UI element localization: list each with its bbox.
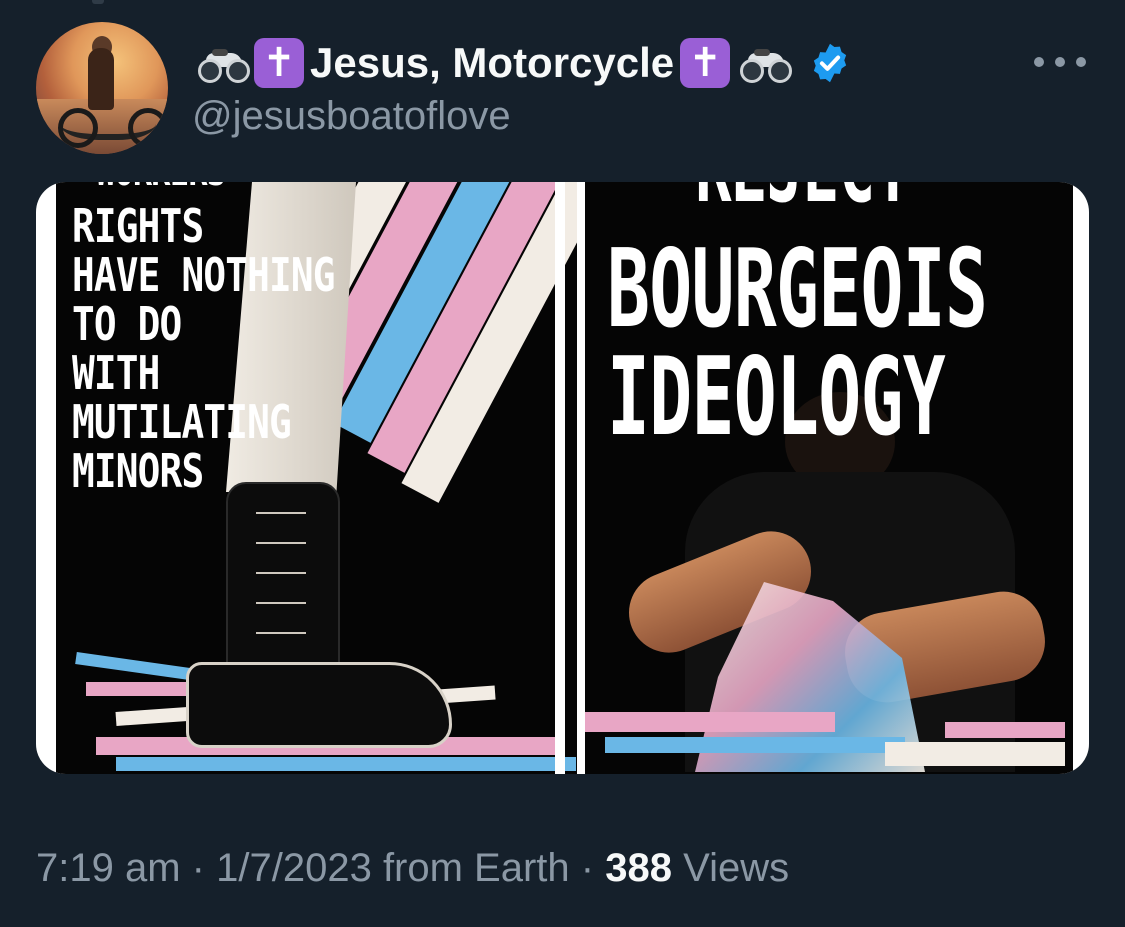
cross-icon: ✝: [254, 38, 304, 88]
display-name-row[interactable]: ✝ Jesus, Motorcycle ✝: [196, 36, 852, 90]
poster-cut-headline: WORKERS: [96, 182, 226, 192]
tweet-date[interactable]: 1/7/2023: [216, 846, 372, 890]
poster-cut-headline: REJECT: [695, 182, 911, 216]
media-divider: [555, 182, 565, 774]
cross-icon: ✝: [680, 38, 731, 88]
tweet-time[interactable]: 7:19 am: [36, 846, 181, 890]
avatar[interactable]: [36, 22, 168, 154]
views-label[interactable]: Views: [683, 846, 789, 890]
user-handle[interactable]: @jesusboatoflove: [192, 94, 511, 139]
poster-headline: RIGHTS HAVE NOTHING TO DO WITH MUTILATIN…: [72, 199, 336, 498]
motorcycle-icon: [196, 43, 252, 83]
previous-tweet-thread-line: [92, 0, 104, 4]
tweet-media[interactable]: WORKERS RIGHTS HAVE NOTHING TO DO WITH M…: [36, 182, 1089, 774]
views-count[interactable]: 388: [605, 846, 672, 890]
separator: ·: [191, 846, 205, 890]
more-options-icon[interactable]: [1034, 50, 1086, 74]
verified-badge-icon: [814, 43, 847, 83]
tweet-source: from Earth: [382, 846, 570, 890]
poster-headline: BOURGEOIS IDEOLOGY: [607, 227, 988, 460]
media-image-right[interactable]: REJECT BOURGEOIS IDEOLOGY: [585, 182, 1073, 774]
display-name[interactable]: Jesus, Motorcycle: [310, 39, 674, 87]
boot-toe: [186, 662, 452, 748]
tweet-metadata: 7:19 am · 1/7/2023 from Earth · 388 View…: [36, 846, 789, 891]
motorcycle-icon: [738, 43, 794, 83]
media-image-left[interactable]: WORKERS RIGHTS HAVE NOTHING TO DO WITH M…: [56, 182, 577, 774]
separator: ·: [580, 846, 595, 890]
